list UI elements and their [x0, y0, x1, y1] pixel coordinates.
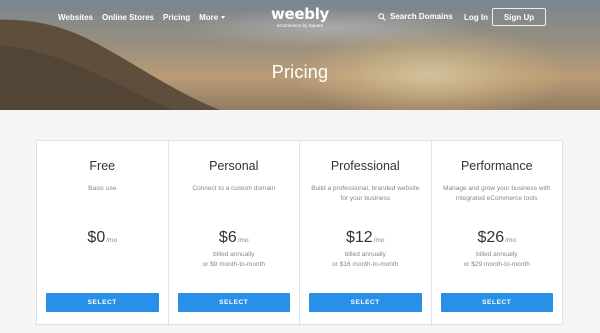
- page-title: Pricing: [271, 62, 329, 82]
- plan-billing: billed annually or $29 month-to-month: [432, 250, 563, 270]
- plan-billing-annual: billed annually: [213, 251, 255, 258]
- pricing-plans: Free Basic use $0/mo SELECT Personal Con…: [36, 140, 563, 325]
- primary-nav: Websites Online Stores Pricing More: [58, 13, 226, 22]
- plan-billing-annual: billed annually: [344, 251, 386, 258]
- plan-billing: billed annually or $9 month-to-month: [169, 250, 300, 270]
- search-domains-label: Search Domains: [390, 12, 453, 21]
- plan-name: Professional: [330, 159, 400, 173]
- search-icon: [378, 12, 386, 21]
- top-nav: Websites Online Stores Pricing More weeb…: [0, 0, 600, 36]
- plan-price: $0/mo: [37, 229, 168, 247]
- plan-card-performance: Performance Manage and grow your busines…: [432, 141, 563, 324]
- select-personal-button[interactable]: SELECT: [177, 293, 290, 312]
- nav-link-pricing[interactable]: Pricing: [163, 13, 190, 22]
- plan-description: Connect to a custom domain: [192, 185, 276, 192]
- plan-price-period: /mo: [505, 237, 517, 244]
- plan-description: Basic use: [88, 185, 117, 192]
- logo-tagline: eCommerce by Square: [276, 23, 324, 28]
- nav-link-more[interactable]: More: [199, 13, 226, 22]
- plan-price-amount: $0: [87, 229, 106, 246]
- select-professional-button[interactable]: SELECT: [309, 293, 422, 312]
- nav-link-online-stores[interactable]: Online Stores: [102, 13, 154, 22]
- plan-card-professional: Professional Build a professional, brand…: [300, 141, 432, 324]
- plan-billing-annual: billed annually: [476, 251, 518, 258]
- plan-price-amount: $6: [218, 229, 237, 246]
- plan-name: Free: [89, 159, 116, 173]
- plan-description: Build a professional, branded website fo…: [311, 185, 420, 202]
- plan-billing: billed annually or $16 month-to-month: [300, 250, 431, 270]
- chevron-down-icon: [221, 16, 226, 20]
- plan-card-personal: Personal Connect to a custom domain $6/m…: [169, 141, 300, 324]
- plan-card-free: Free Basic use $0/mo SELECT: [37, 141, 169, 324]
- logo-wordmark: weebly: [270, 5, 330, 23]
- plan-description: Manage and grow your business with integ…: [443, 185, 551, 202]
- plan-billing-monthly: or $16 month-to-month: [332, 261, 399, 268]
- select-free-button[interactable]: SELECT: [46, 293, 159, 312]
- nav-link-more-label: More: [199, 13, 219, 22]
- select-performance-button[interactable]: SELECT: [440, 293, 553, 312]
- plan-price-period: /mo: [373, 237, 385, 244]
- plan-billing-monthly: or $9 month-to-month: [202, 261, 265, 268]
- plan-price-amount: $26: [477, 229, 505, 246]
- login-link[interactable]: Log In: [464, 13, 488, 22]
- plan-price: $26/mo: [432, 229, 563, 247]
- plan-price: $6/mo: [169, 229, 300, 247]
- search-domains-link[interactable]: Search Domains: [378, 12, 453, 21]
- plan-price: $12/mo: [300, 229, 431, 247]
- hero-banner: Websites Online Stores Pricing More weeb…: [0, 0, 600, 110]
- plan-billing-monthly: or $29 month-to-month: [463, 261, 530, 268]
- nav-link-websites[interactable]: Websites: [58, 13, 93, 22]
- weebly-logo[interactable]: weebly eCommerce by Square: [250, 6, 350, 29]
- plan-price-amount: $12: [345, 229, 373, 246]
- signup-button[interactable]: Sign Up: [492, 8, 546, 26]
- plan-name: Performance: [460, 159, 533, 173]
- plan-name: Personal: [209, 159, 259, 173]
- plan-price-period: /mo: [237, 237, 249, 244]
- plan-price-period: /mo: [106, 237, 118, 244]
